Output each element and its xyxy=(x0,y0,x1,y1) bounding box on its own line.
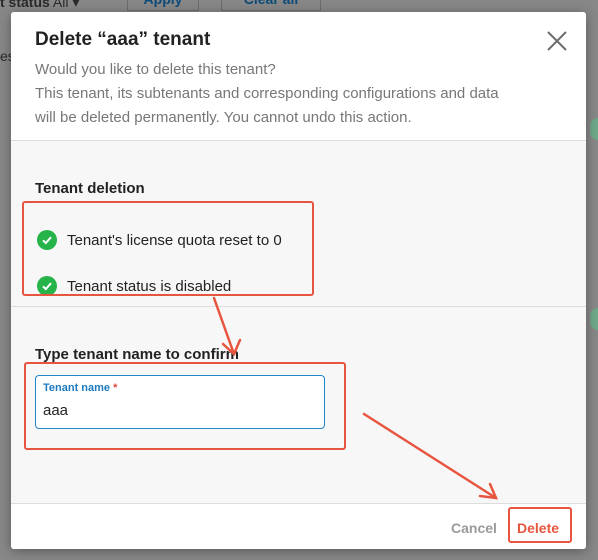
cancel-button[interactable]: Cancel xyxy=(451,520,497,536)
background-apply-button: Apply xyxy=(127,0,199,11)
dialog-description: Would you like to delete this tenant? Th… xyxy=(35,58,555,130)
close-icon xyxy=(547,31,567,51)
check-item-license-quota: Tenant's license quota reset to 0 xyxy=(37,230,282,250)
required-mark: * xyxy=(113,382,118,394)
check-item-label: Tenant status is disabled xyxy=(67,277,232,295)
description-line: This tenant, its subtenants and correspo… xyxy=(35,85,499,102)
tenant-name-label: Tenant name * xyxy=(43,382,118,394)
close-button[interactable] xyxy=(542,26,572,56)
tenant-name-field[interactable]: Tenant name * xyxy=(35,375,325,429)
chevron-down-icon: ▾ xyxy=(72,0,80,10)
background-status-filter: t status All ▾ xyxy=(0,0,79,11)
confirm-section-title: Type tenant name to confirm xyxy=(35,346,239,363)
check-circle-icon xyxy=(37,230,57,250)
dialog-footer: Cancel Delete xyxy=(11,503,586,549)
description-line: Would you like to delete this tenant? xyxy=(35,61,276,78)
background-clear-button: Clear all xyxy=(221,0,321,11)
delete-button[interactable]: Delete xyxy=(517,520,559,536)
dialog-header: Delete “aaa” tenant Would you like to de… xyxy=(11,12,586,141)
check-item-label: Tenant's license quota reset to 0 xyxy=(67,231,282,249)
background-status-pill xyxy=(590,118,598,140)
dialog-title: Delete “aaa” tenant xyxy=(35,29,211,50)
section-divider xyxy=(11,306,586,307)
background-status-pill xyxy=(590,308,598,330)
delete-tenant-dialog: Delete “aaa” tenant Would you like to de… xyxy=(11,12,586,549)
dialog-body: Tenant deletion Tenant's license quota r… xyxy=(11,141,586,503)
check-item-status-disabled: Tenant status is disabled xyxy=(37,276,231,296)
tenant-name-input[interactable] xyxy=(43,398,313,422)
description-line: will be deleted permanently. You cannot … xyxy=(35,109,412,126)
background-toolbar: t status All ▾ Apply Clear all xyxy=(0,0,598,12)
deletion-section-title: Tenant deletion xyxy=(35,180,145,197)
check-circle-icon xyxy=(37,276,57,296)
